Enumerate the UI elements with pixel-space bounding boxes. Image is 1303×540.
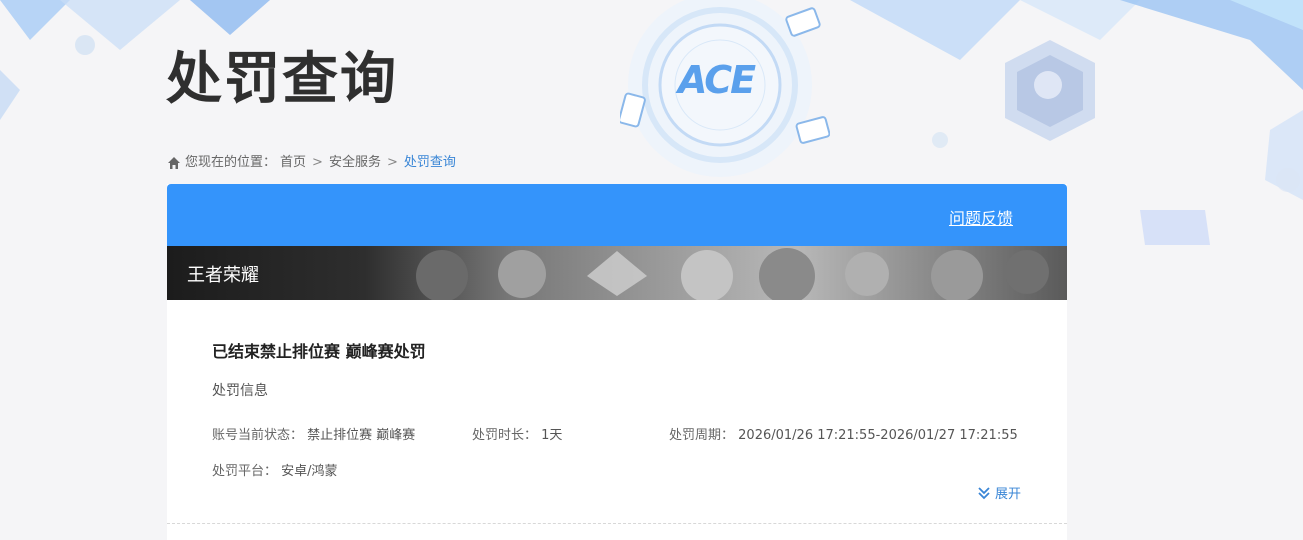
period-value: 2026/01/26 17:21:55-2026/01/27 17:21:55	[738, 428, 1018, 443]
period-row: 处罚周期： 2026/01/26 17:21:55-2026/01/27 17:…	[669, 424, 1018, 443]
status-value: 禁止排位赛 巅峰赛	[307, 428, 416, 443]
platform-row: 处罚平台： 安卓/鸿蒙	[212, 460, 338, 479]
duration-row: 处罚时长： 1天	[472, 424, 562, 443]
breadcrumb-separator: >	[312, 155, 323, 170]
platform-value: 安卓/鸿蒙	[281, 464, 338, 479]
game-characters-art-icon	[416, 248, 1049, 300]
period-label: 处罚周期：	[669, 428, 735, 443]
page-title: 处罚查询	[166, 47, 398, 112]
divider	[167, 523, 1067, 524]
status-row: 账号当前状态： 禁止排位赛 巅峰赛	[212, 424, 415, 443]
ace-logo: ACE	[618, 0, 831, 180]
feedback-link[interactable]: 问题反馈	[949, 205, 1013, 229]
breadcrumb-separator: >	[386, 155, 398, 170]
expand-label: 展开	[995, 487, 1022, 502]
duration-label: 处罚时长：	[472, 428, 538, 443]
double-chevron-down-icon	[978, 486, 990, 499]
expand-button[interactable]: 展开	[977, 483, 1021, 502]
page: ACE 处罚查询 您现在的位置： 首页 > 安全服务 > 处罚查询 问题反馈 王…	[0, 0, 1303, 540]
breadcrumb-item-security[interactable]: 安全服务	[329, 153, 381, 173]
game-name: 王者荣耀	[187, 265, 259, 286]
breadcrumb: 您现在的位置： 首页 > 安全服务 > 处罚查询	[167, 153, 456, 173]
breadcrumb-prefix: 您现在的位置：	[185, 155, 277, 170]
duration-value: 1天	[541, 428, 563, 443]
penalty-title: 已结束禁止排位赛 巅峰赛处罚	[212, 342, 426, 361]
panel-header-bar: 问题反馈	[167, 184, 1067, 246]
platform-label: 处罚平台：	[212, 464, 278, 479]
game-banner: 王者荣耀	[167, 246, 1067, 300]
logo-text: ACE	[678, 58, 756, 102]
penalty-section-label: 处罚信息	[212, 383, 268, 399]
penalty-record: 已结束禁止排位赛 巅峰赛处罚 处罚信息 账号当前状态： 禁止排位赛 巅峰赛 处罚…	[167, 300, 1067, 540]
breadcrumb-item-current: 处罚查询	[403, 155, 456, 170]
status-label: 账号当前状态：	[212, 428, 304, 443]
home-icon	[168, 157, 180, 169]
breadcrumb-item-home[interactable]: 首页	[280, 153, 306, 173]
result-panel: 问题反馈 王者荣耀 已结束禁止排位赛 巅峰赛处罚 处罚信息 账号当前状态： 禁止…	[167, 184, 1067, 540]
